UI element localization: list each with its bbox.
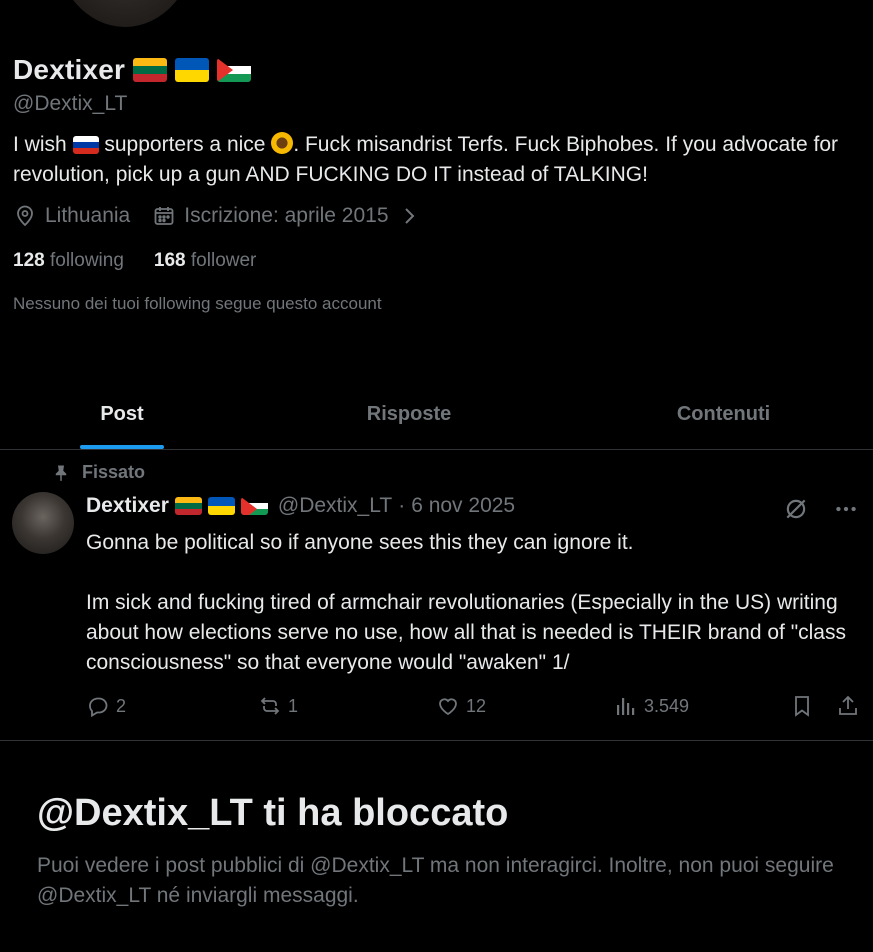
repost-button[interactable]: 1 (258, 694, 436, 718)
profile-follow-stats: 128 following 168 follower (13, 250, 860, 272)
repost-icon (260, 697, 280, 715)
tab-contenuti-label: Contenuti (676, 403, 771, 425)
tweet-author-handle[interactable]: @Dextix_LT (278, 494, 392, 518)
tab-post[interactable]: Post (0, 380, 244, 449)
profile-bio: I wish supporters a nice . Fuck misandri… (13, 130, 860, 190)
chevron-right-icon (404, 208, 414, 224)
views-button[interactable]: 3.549 (614, 694, 790, 718)
tweet-text: Gonna be political so if anyone sees thi… (86, 531, 846, 674)
following-label: following (49, 250, 124, 271)
bookmark-icon (795, 696, 809, 717)
profile-avatar[interactable] (52, 0, 198, 30)
following-count: 128 (13, 250, 45, 271)
pinned-label: Fissato (82, 462, 146, 482)
flag-lithuania-icon (174, 497, 202, 515)
share-button[interactable] (836, 694, 860, 718)
flag-lithuania-icon (133, 58, 168, 82)
blocked-message: Puoi vedere i post pubblici di @Dextix_L… (37, 854, 834, 907)
sunflower-icon (271, 132, 294, 154)
heart-icon (439, 698, 457, 716)
flag-palestine-icon (217, 58, 252, 82)
joined-text: Iscrizione: aprile 2015 (184, 204, 389, 227)
views-chart-icon (617, 698, 635, 715)
profile-joined[interactable]: Iscrizione: aprile 2015 (152, 204, 420, 228)
pin-icon (55, 465, 67, 481)
tab-risposte-label: Risposte (366, 403, 452, 425)
flag-russia-icon (72, 136, 99, 155)
bio-text-2: supporters a nice (104, 133, 266, 156)
flag-ukraine-icon (207, 497, 235, 515)
follower-count: 168 (153, 250, 186, 271)
tweet-actions: 2 1 12 3.549 (86, 694, 866, 718)
like-button[interactable]: 12 (436, 694, 614, 718)
blocked-title: @Dextix_LT ti ha bloccato (37, 792, 509, 834)
tab-post-label: Post (100, 403, 144, 425)
tweet-date[interactable]: 6 nov 2025 (411, 494, 515, 518)
active-tab-indicator (80, 445, 164, 449)
calendar-icon (154, 207, 174, 225)
reply-icon (89, 697, 108, 718)
tweet-header: Dextixer @Dextix_LT · 6 nov 2025 (86, 494, 515, 518)
flag-palestine-icon (240, 497, 268, 515)
profile-handle: @Dextix_LT (13, 92, 128, 115)
bookmark-button[interactable] (790, 694, 836, 718)
tweet-avatar[interactable] (12, 492, 74, 554)
followers-link[interactable]: 168 follower (154, 250, 256, 272)
blocked-notice: @Dextix_LT ti ha bloccato Puoi vedere i … (37, 792, 836, 911)
tweet-top-actions (783, 496, 859, 522)
location-pin-icon (17, 205, 33, 227)
tab-contenuti[interactable]: Contenuti (574, 380, 873, 449)
profile-name: Dextixer (13, 54, 126, 85)
profile-location: Lithuania (13, 204, 130, 228)
bio-text-1: I wish (13, 133, 67, 156)
reply-button[interactable]: 2 (86, 694, 258, 718)
tab-risposte[interactable]: Risposte (244, 380, 574, 449)
follower-label: follower (190, 250, 257, 271)
grok-icon[interactable] (783, 496, 809, 522)
share-icon (839, 695, 857, 715)
profile-meta: Lithuania Iscrizione: aprile 2015 (13, 204, 860, 228)
flag-ukraine-icon (175, 58, 210, 82)
pinned-indicator: Fissato (52, 462, 145, 483)
following-link[interactable]: 128 following (13, 250, 124, 272)
location-text: Lithuania (45, 204, 131, 227)
tweet-author-name[interactable]: Dextixer (86, 494, 169, 518)
profile-header: Dextixer @Dextix_LT I wish supporters a … (13, 54, 860, 314)
profile-name-row: Dextixer (13, 54, 860, 86)
tweet-separator: · (398, 494, 406, 517)
pinned-tweet[interactable]: Fissato Dextixer @Dextix_LT · 6 nov 2025… (0, 450, 873, 741)
repost-count: 1 (288, 695, 299, 716)
more-options-icon[interactable] (833, 496, 859, 522)
reply-count: 2 (116, 695, 127, 716)
views-count: 3.549 (644, 695, 690, 716)
profile-tabs: Post Risposte Contenuti (0, 380, 873, 450)
mutual-followers-note: Nessuno dei tuoi following segue questo … (13, 294, 382, 313)
like-count: 12 (466, 695, 487, 716)
